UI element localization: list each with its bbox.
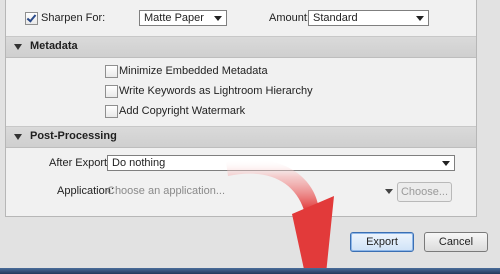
chevron-down-icon: [416, 16, 424, 21]
minimize-metadata-label: Minimize Embedded Metadata: [119, 65, 268, 77]
amount-label: Amount:: [269, 12, 310, 24]
amount-select[interactable]: Standard: [308, 10, 429, 26]
after-export-value: Do nothing: [112, 157, 166, 169]
write-keywords-checkbox[interactable]: [105, 85, 118, 98]
after-export-select[interactable]: Do nothing: [107, 155, 455, 171]
collapse-triangle-icon: [14, 44, 22, 50]
choose-application-button[interactable]: Choose...: [397, 182, 452, 202]
sharpen-checkbox[interactable]: [25, 12, 38, 25]
application-label: Application:: [57, 185, 114, 197]
application-placeholder[interactable]: Choose an application...: [107, 185, 225, 197]
chevron-down-icon: [214, 16, 222, 21]
sharpen-for-value: Matte Paper: [144, 12, 204, 24]
taskbar-strip: [0, 268, 500, 274]
post-processing-section-header[interactable]: Post-Processing: [6, 126, 476, 148]
chevron-down-icon[interactable]: [385, 189, 393, 194]
copyright-watermark-label: Add Copyright Watermark: [119, 105, 246, 117]
write-keywords-label: Write Keywords as Lightroom Hierarchy: [119, 85, 313, 97]
amount-value: Standard: [313, 12, 358, 24]
export-button[interactable]: Export: [350, 232, 414, 252]
collapse-triangle-icon: [14, 134, 22, 140]
copyright-watermark-checkbox[interactable]: [105, 105, 118, 118]
sharpen-for-label: Sharpen For:: [41, 12, 106, 24]
export-settings-panel: Sharpen For: Matte Paper Amount: Standar…: [5, 0, 477, 217]
post-processing-section-title: Post-Processing: [30, 130, 117, 142]
sharpen-for-select[interactable]: Matte Paper: [139, 10, 227, 26]
after-export-label: After Export:: [49, 157, 111, 169]
chevron-down-icon: [442, 161, 450, 166]
cancel-button[interactable]: Cancel: [424, 232, 488, 252]
metadata-section-header[interactable]: Metadata: [6, 36, 476, 58]
minimize-metadata-checkbox[interactable]: [105, 65, 118, 78]
metadata-section-title: Metadata: [30, 40, 78, 52]
